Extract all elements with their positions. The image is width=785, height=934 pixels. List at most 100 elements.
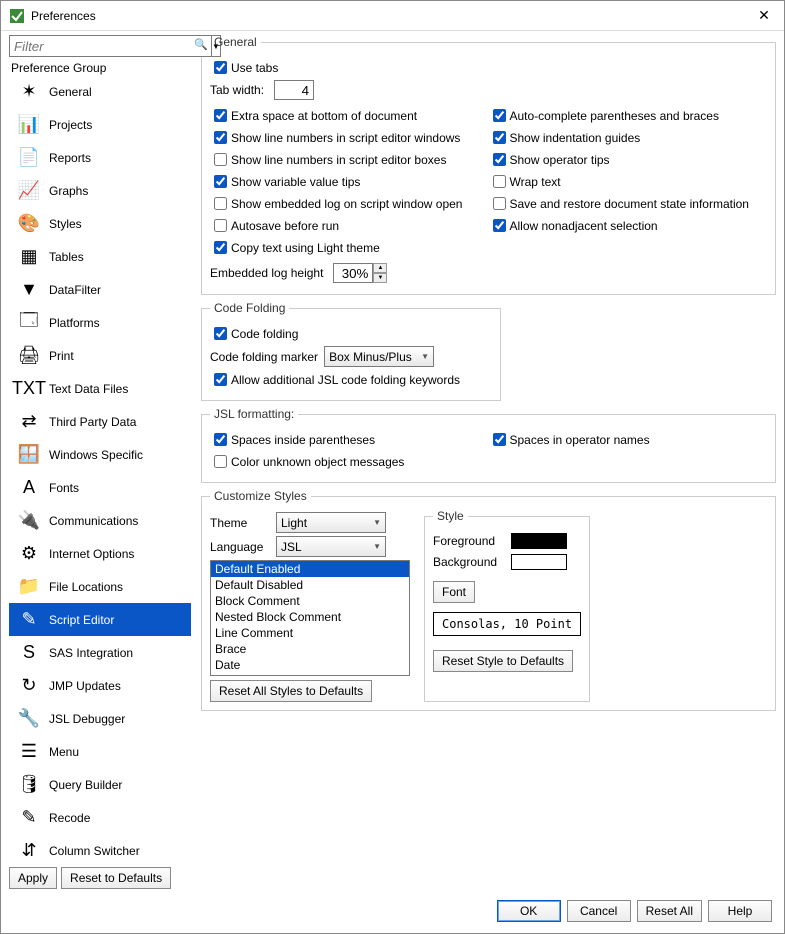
style-item[interactable]: Brace: [211, 641, 409, 657]
sidebar-item-label: Internet Options: [49, 547, 134, 561]
help-button[interactable]: Help: [708, 900, 772, 922]
sidebar-item-print[interactable]: 🖨Print: [9, 339, 191, 372]
close-button[interactable]: ✕: [752, 7, 776, 24]
sidebar-item-fonts[interactable]: AFonts: [9, 471, 191, 504]
option-checkbox[interactable]: [493, 197, 506, 210]
chevron-down-icon: ▼: [373, 518, 381, 527]
sidebar-item-platforms[interactable]: 🗔Platforms: [9, 306, 191, 339]
option-checkbox[interactable]: [493, 219, 506, 232]
sidebar-item-label: General: [49, 85, 92, 99]
background-swatch[interactable]: [511, 554, 567, 570]
spin-up[interactable]: ▲: [373, 263, 387, 273]
sidebar-item-styles[interactable]: 🎨Styles: [9, 207, 191, 240]
style-item[interactable]: Default Disabled: [211, 577, 409, 593]
sidebar-item-communications[interactable]: 🔌Communications: [9, 504, 191, 537]
allow-keywords-label: Allow additional JSL code folding keywor…: [231, 373, 460, 387]
spaces-parens-checkbox[interactable]: [214, 433, 227, 446]
use-tabs-checkbox[interactable]: [214, 61, 227, 74]
graphs-icon: 📈: [13, 177, 45, 205]
sidebar-item-internet-options[interactable]: ⚙Internet Options: [9, 537, 191, 570]
sidebar-item-label: Menu: [49, 745, 79, 759]
embedded-log-input[interactable]: [333, 263, 373, 283]
style-legend: Style: [433, 509, 468, 523]
color-unknown-label: Color unknown object messages: [231, 455, 404, 469]
marker-value: Box Minus/Plus: [329, 350, 412, 364]
option-checkbox[interactable]: [493, 153, 506, 166]
sidebar-item-script-editor[interactable]: ✎Script Editor: [9, 603, 191, 636]
column-switcher-icon: ⇵: [13, 837, 45, 864]
option-checkbox[interactable]: [214, 197, 227, 210]
sidebar-item-label: Text Data Files: [49, 382, 128, 396]
use-tabs-label: Use tabs: [231, 61, 278, 75]
sidebar-item-text-data-files[interactable]: TXTText Data Files: [9, 372, 191, 405]
theme-combo[interactable]: Light ▼: [276, 512, 386, 533]
font-button[interactable]: Font: [433, 581, 475, 603]
jsl-formatting-legend: JSL formatting:: [210, 407, 298, 421]
style-item[interactable]: Nested Block Comment: [211, 609, 409, 625]
preference-group-label: Preference Group: [11, 61, 191, 75]
color-unknown-checkbox[interactable]: [214, 455, 227, 468]
style-item[interactable]: Line Comment: [211, 625, 409, 641]
code-folding-checkbox[interactable]: [214, 327, 227, 340]
style-item[interactable]: Default Enabled: [211, 561, 409, 577]
sidebar-item-third-party-data[interactable]: ⇄Third Party Data: [9, 405, 191, 438]
option-checkbox[interactable]: [214, 153, 227, 166]
jmp-updates-icon: ↻: [13, 672, 45, 700]
theme-label: Theme: [210, 516, 270, 530]
preference-group-list[interactable]: ✶ General 📊Projects📄Reports📈Graphs🎨Styles▦…: [9, 75, 191, 863]
sidebar-item-graphs[interactable]: 📈Graphs: [9, 174, 191, 207]
reset-all-button[interactable]: Reset All: [637, 900, 702, 922]
option-checkbox[interactable]: [214, 131, 227, 144]
spaces-ops-checkbox[interactable]: [493, 433, 506, 446]
sidebar-item-jmp-updates[interactable]: ↻ JMP Updates: [9, 669, 191, 702]
styles-listbox[interactable]: Default EnabledDefault DisabledBlock Com…: [210, 560, 410, 676]
option-checkbox[interactable]: [493, 131, 506, 144]
apply-button[interactable]: Apply: [9, 867, 57, 889]
option-checkbox[interactable]: [493, 175, 506, 188]
sidebar-item-query-builder[interactable]: 🛢Query Builder: [9, 768, 191, 801]
spin-down[interactable]: ▼: [373, 273, 387, 283]
sidebar-item-menu[interactable]: ☰Menu: [9, 735, 191, 768]
sidebar-item-reports[interactable]: 📄Reports: [9, 141, 191, 174]
sidebar-item-label: SAS Integration: [49, 646, 133, 660]
general-icon: ✶: [13, 78, 45, 106]
allow-keywords-checkbox[interactable]: [214, 373, 227, 386]
option-checkbox[interactable]: [214, 109, 227, 122]
sidebar-item-label: JMP Updates: [49, 679, 121, 693]
option-label: Save and restore document state informat…: [510, 197, 749, 211]
ok-button[interactable]: OK: [497, 900, 561, 922]
sidebar-item-label: Tables: [49, 250, 84, 264]
reset-defaults-button[interactable]: Reset to Defaults: [61, 867, 171, 889]
style-item[interactable]: Block Comment: [211, 593, 409, 609]
option-label: Show line numbers in script editor windo…: [231, 131, 460, 145]
sidebar-item-column-switcher[interactable]: ⇵Column Switcher: [9, 834, 191, 863]
reset-style-button[interactable]: Reset Style to Defaults: [433, 650, 573, 672]
option-checkbox[interactable]: [214, 219, 227, 232]
sidebar-item-tables[interactable]: ▦Tables: [9, 240, 191, 273]
language-combo[interactable]: JSL ▼: [276, 536, 386, 557]
marker-combo[interactable]: Box Minus/Plus ▼: [324, 346, 434, 367]
cancel-button[interactable]: Cancel: [567, 900, 631, 922]
sidebar-item-label: Print: [49, 349, 74, 363]
code-folding-legend: Code Folding: [210, 301, 289, 315]
sidebar-item-sas-integration[interactable]: SSAS Integration: [9, 636, 191, 669]
sidebar-item-projects[interactable]: 📊Projects: [9, 108, 191, 141]
foreground-swatch[interactable]: [511, 533, 567, 549]
sidebar-item-label: Recode: [49, 811, 90, 825]
sidebar-item-datafilter[interactable]: ▼DataFilter: [9, 273, 191, 306]
reset-all-styles-button[interactable]: Reset All Styles to Defaults: [210, 680, 372, 702]
jsl-debugger-icon: 🔧: [13, 705, 45, 733]
option-checkbox[interactable]: [493, 109, 506, 122]
style-item[interactable]: Date: [211, 657, 409, 673]
sidebar-item-general[interactable]: ✶ General: [9, 75, 191, 108]
customize-styles-group: Customize Styles Theme Light ▼ Language …: [201, 489, 776, 711]
option-checkbox[interactable]: [214, 241, 227, 254]
chevron-down-icon: ▼: [373, 542, 381, 551]
option-checkbox[interactable]: [214, 175, 227, 188]
sidebar-item-recode[interactable]: ✎Recode: [9, 801, 191, 834]
sidebar-item-file-locations[interactable]: 📁File Locations: [9, 570, 191, 603]
tab-width-input[interactable]: [274, 80, 314, 100]
sidebar-item-jsl-debugger[interactable]: 🔧JSL Debugger: [9, 702, 191, 735]
sidebar-item-windows-specific[interactable]: 🪟Windows Specific: [9, 438, 191, 471]
filter-input[interactable]: [9, 35, 212, 57]
